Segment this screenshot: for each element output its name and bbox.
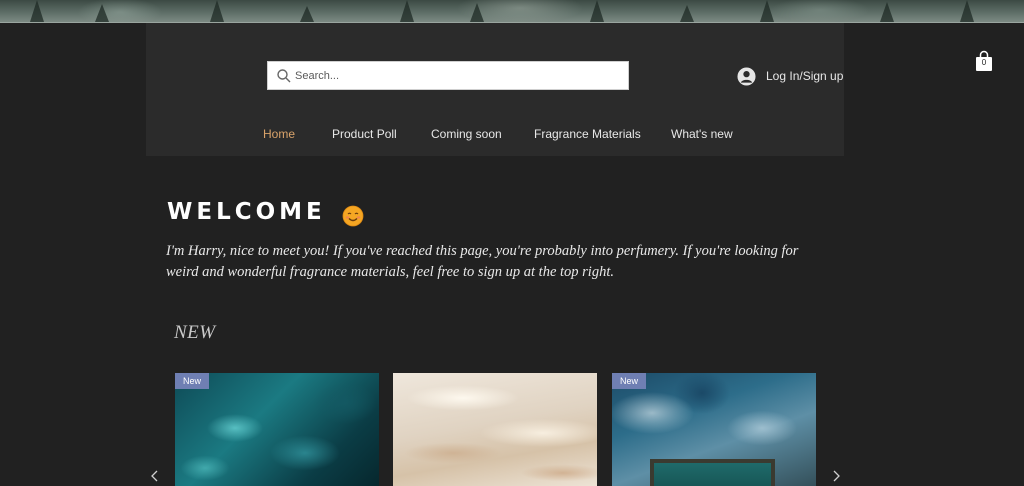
- product-card[interactable]: New: [175, 373, 379, 486]
- new-section-heading: NEW: [174, 322, 216, 343]
- search-input[interactable]: [295, 65, 615, 86]
- chevron-left-icon[interactable]: [150, 470, 160, 482]
- welcome-heading: WELCOME: [167, 199, 326, 225]
- intro-text: I'm Harry, nice to meet you! If you've r…: [166, 243, 799, 280]
- ocean-pool-image: [650, 459, 775, 486]
- login-button[interactable]: Log In/Sign up: [737, 66, 843, 86]
- search-bar: [267, 61, 629, 90]
- user-avatar-icon: [737, 66, 756, 86]
- login-label: Log In/Sign up: [766, 69, 844, 83]
- product-card[interactable]: New: [612, 373, 816, 486]
- nav-item-home[interactable]: Home: [263, 127, 295, 141]
- cart-count: 0: [981, 58, 987, 67]
- nav-item-fragrance-materials[interactable]: Fragrance Materials: [534, 127, 641, 141]
- search-icon: [277, 69, 291, 83]
- product-card[interactable]: [393, 373, 597, 486]
- new-badge: New: [612, 373, 647, 389]
- chevron-right-icon[interactable]: [831, 470, 841, 482]
- nav-item-whats-new[interactable]: What's new: [671, 127, 733, 141]
- cart-button[interactable]: 0: [975, 50, 993, 72]
- nav-item-product-poll[interactable]: Product Poll: [332, 127, 397, 141]
- site-header: Log In/Sign up Home Product Poll Coming …: [146, 23, 844, 156]
- main-nav: Home Product Poll Coming soon Fragrance …: [146, 127, 844, 143]
- forest-banner-image: [0, 0, 1024, 23]
- page: Log In/Sign up Home Product Poll Coming …: [0, 0, 1024, 486]
- nav-item-coming-soon[interactable]: Coming soon: [431, 127, 502, 141]
- new-badge: New: [175, 373, 210, 389]
- smiling-face-icon: [342, 205, 364, 227]
